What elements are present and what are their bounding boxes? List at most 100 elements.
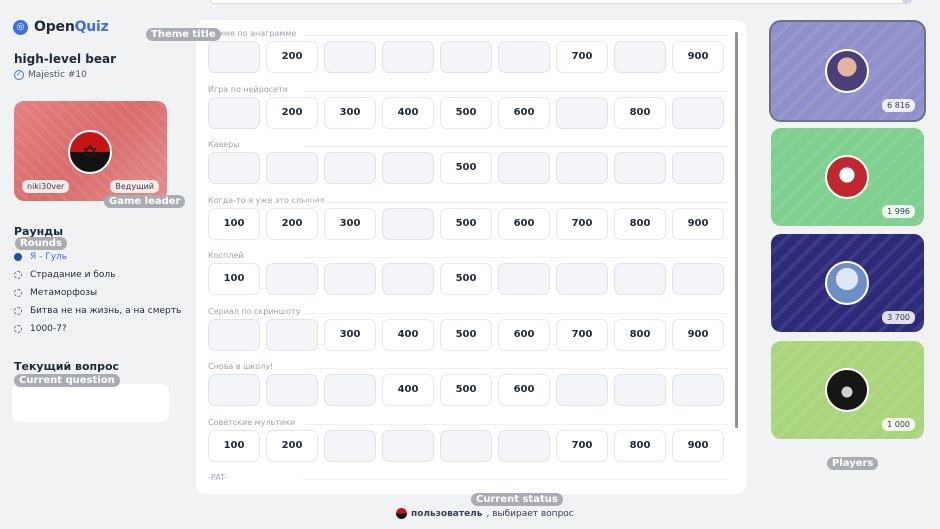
question-cell[interactable]: 200 [266,429,318,462]
question-cell[interactable]: 900 [672,429,724,462]
question-cell[interactable]: 800 [614,96,666,129]
theme-divider [303,257,728,258]
question-cell[interactable]: 400 [382,318,434,351]
logo-icon: ◎ [13,19,28,35]
player-card[interactable]: 6 816 [771,22,924,120]
player-avatar [825,368,869,412]
question-cell-used [498,41,550,73]
question-cell-used [556,263,608,295]
question-cell[interactable]: 100 [208,429,260,462]
theme-divider [303,35,728,36]
theme-row: Советские мультики 100 200 700 800 900 [208,418,728,462]
question-cell[interactable]: 700 [556,41,608,73]
question-cell-used [266,152,318,184]
leader-role: Ведущий [110,180,159,193]
round-item[interactable]: Страдание и боль [14,266,181,284]
round-active-icon [14,253,22,261]
annotation-current-question: Current question [14,374,120,387]
question-cell[interactable]: 300 [324,96,376,129]
user-badge: ✓ Majestic #10 [14,70,87,80]
round-label: 1000-7? [30,324,67,334]
question-cell-used [440,41,492,73]
player-avatar [825,261,869,305]
question-cell[interactable]: 600 [498,374,550,406]
question-cell[interactable]: 300 [324,318,376,351]
round-item[interactable]: Битва не на жизнь, а на смерть [14,302,181,320]
theme-row: Аниме по анаграмме 200 700 900 [208,29,728,73]
question-cell-used [208,152,260,184]
question-cell[interactable]: 500 [440,96,492,129]
question-cell-used [498,429,550,462]
leader-card: ✡ niki30ver Ведущий [14,101,167,201]
question-cell[interactable]: 300 [324,207,376,240]
question-cell[interactable]: 400 [382,96,434,129]
theme-divider [303,201,728,203]
question-cell-used [614,41,666,73]
top-search-bar[interactable] [210,0,910,4]
round-item[interactable]: Я - Гуль [14,248,181,266]
question-cell[interactable]: 200 [266,41,318,73]
theme-row: Игра по нейросети 200 300 400 500 600 800 [208,85,728,129]
question-cell[interactable]: 600 [498,318,550,351]
question-cell[interactable]: 900 [672,41,724,73]
question-cell[interactable]: 200 [266,96,318,129]
question-cell[interactable]: 900 [672,207,724,240]
quiz-board: Аниме по анаграмме 200 700 900 Игра по нейро… [196,20,746,494]
player-avatar [825,155,869,199]
question-cell-used [672,374,724,406]
logo-text-quiz: Quiz [74,19,109,35]
round-pending-icon [14,289,22,297]
question-cell-used [382,152,434,184]
question-cell-used [556,96,608,129]
question-cell[interactable]: 600 [498,96,550,129]
theme-row: Когда-то я уже это слышал 100 200 300 500 600… [208,196,728,240]
question-cell[interactable]: 100 [208,263,260,295]
theme-row: -PAT- [208,473,728,485]
round-pending-icon [14,307,22,315]
player-score: 6 816 [882,99,915,112]
player-card[interactable]: 3 700 [771,234,924,332]
check-icon: ✓ [14,70,24,80]
round-label: Я - Гуль [30,252,68,262]
board-scrollbar[interactable] [735,32,738,428]
current-question-box [12,384,169,422]
question-cell[interactable]: 800 [614,318,666,351]
question-cell[interactable]: 400 [382,374,434,406]
round-item[interactable]: 1000-7? [14,320,181,338]
annotation-game-leader: Game leader [104,195,186,208]
logo[interactable]: ◎ OpenQuiz [13,19,109,35]
theme-divider [303,368,728,369]
round-item[interactable]: Метаморфозы [14,284,181,302]
status-avatar [396,508,407,519]
question-cell[interactable]: 700 [556,429,608,462]
question-cell[interactable]: 500 [440,152,492,184]
question-cell-used [382,41,434,73]
player-card[interactable]: 1 996 [771,128,924,226]
leader-avatar: ✡ [68,130,112,174]
annotation-theme-title: Theme title [146,28,221,41]
annotation-rounds: Rounds [15,237,67,250]
question-cell[interactable]: 200 [266,207,318,240]
theme-divider [303,423,728,425]
question-cell[interactable]: 100 [208,207,260,240]
question-cell[interactable]: 500 [440,207,492,240]
question-cell-used [556,374,608,406]
question-cell[interactable]: 500 [440,318,492,351]
question-cell[interactable]: 500 [440,374,492,406]
question-cell[interactable]: 900 [672,318,724,351]
player-card[interactable]: 1 000 [771,341,924,439]
question-cell[interactable]: 800 [614,207,666,240]
question-cell[interactable]: 800 [614,429,666,462]
question-cell[interactable]: 700 [556,318,608,351]
theme-row: Сериал по скриншоту 300 400 500 600 700 800 900 [208,307,728,351]
top-avatar-icon[interactable] [902,0,912,4]
question-cell-used [498,263,550,295]
question-cell[interactable]: 600 [498,207,550,240]
question-cell-used [382,207,434,240]
question-cell[interactable]: 500 [440,263,492,295]
question-cell-used [324,263,376,295]
current-status: пользователь , выбирает вопрос [396,508,574,519]
theme-row: Снова в школу! 400 500 600 [208,362,728,406]
question-cell-used [208,96,260,129]
question-cell[interactable]: 700 [556,207,608,240]
